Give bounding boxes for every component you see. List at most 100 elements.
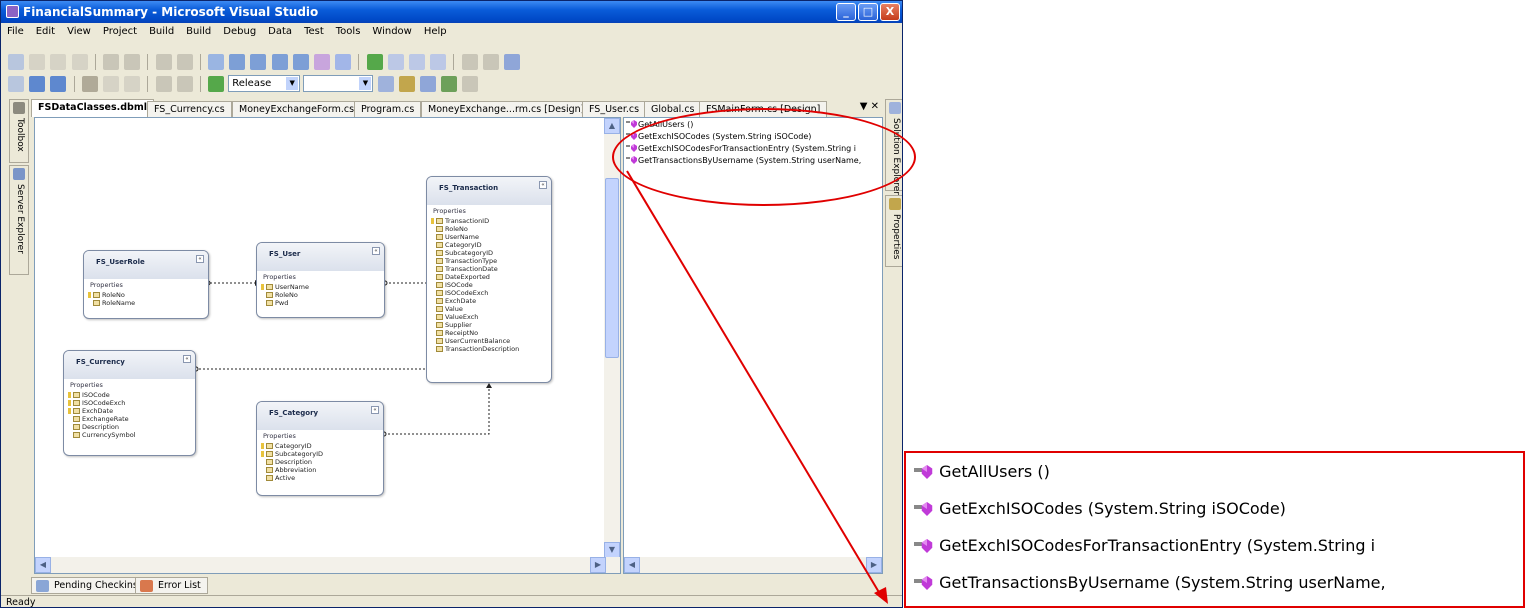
entity-fs-category[interactable]: FS_Category « Properties CategoryID Subca…	[256, 401, 384, 496]
entity-field[interactable]: RoleNo	[427, 225, 551, 233]
outdent-icon[interactable]	[124, 54, 141, 70]
restart-icon[interactable]	[430, 54, 447, 70]
copy-icon[interactable]	[102, 76, 119, 92]
maximize-button[interactable]: □	[858, 3, 878, 21]
designer-vertical-scrollbar[interactable]: ▲ ▼	[604, 118, 620, 558]
entity-field[interactable]: ExchDate	[427, 297, 551, 305]
snippet-icon[interactable]	[314, 54, 330, 70]
entity-field[interactable]: Value	[427, 305, 551, 313]
properties-section[interactable]: Properties	[84, 279, 208, 291]
toolbar-icon[interactable]	[50, 54, 67, 70]
save-all-icon[interactable]	[50, 76, 67, 92]
scroll-left-icon[interactable]: ◀	[624, 557, 640, 573]
designer-horizontal-scrollbar[interactable]: ◀ ▶	[35, 557, 620, 573]
collapse-icon[interactable]: «	[372, 247, 380, 255]
entity-field[interactable]: TransactionDate	[427, 265, 551, 273]
entity-field[interactable]: ExchangeRate	[64, 415, 195, 423]
menu-view[interactable]: View	[61, 23, 97, 37]
scroll-right-icon[interactable]: ▶	[866, 557, 882, 573]
immediate-icon[interactable]	[461, 54, 478, 70]
entity-field[interactable]: Active	[257, 474, 383, 482]
bookmark-prev-icon[interactable]	[229, 54, 246, 70]
tab-program-cs[interactable]: Program.cs	[354, 101, 422, 117]
pause-icon[interactable]	[387, 54, 404, 70]
entity-field[interactable]: UserName	[257, 283, 384, 291]
stop-icon[interactable]	[408, 54, 425, 70]
collapse-icon[interactable]: «	[539, 181, 547, 189]
entity-field[interactable]: CategoryID	[257, 442, 383, 450]
entity-field[interactable]: ReceiptNo	[427, 329, 551, 337]
entity-field[interactable]: ISOCode	[427, 281, 551, 289]
close-tab-icon[interactable]: ✕	[871, 101, 879, 112]
category-transaction-association[interactable]	[384, 388, 490, 435]
new-project-icon[interactable]	[8, 76, 24, 92]
entity-field[interactable]: TransactionDescription	[427, 345, 551, 353]
entity-field[interactable]: ISOCodeExch	[64, 399, 195, 407]
menu-project[interactable]: Project	[97, 23, 143, 37]
entity-fs-transaction[interactable]: FS_Transaction « Properties TransactionID…	[426, 176, 552, 383]
tab-moneyexchangeform-cs[interactable]: MoneyExchangeForm.cs	[232, 101, 362, 117]
entity-field[interactable]: UserName	[427, 233, 551, 241]
toolbox-icon[interactable]	[441, 76, 458, 92]
save-icon[interactable]	[29, 76, 46, 92]
collapse-icon[interactable]: «	[196, 255, 204, 263]
entity-field[interactable]: SubcategoryID	[257, 450, 383, 458]
entity-field[interactable]: Supplier	[427, 321, 551, 329]
toolbar-icon[interactable]	[8, 54, 24, 70]
server-explorer-tab[interactable]: Server Explorer	[9, 165, 29, 275]
entity-field[interactable]: ExchDate	[64, 407, 195, 415]
title-bar[interactable]: FinancialSummary - Microsoft Visual Stud…	[1, 1, 902, 23]
more-icon[interactable]	[462, 76, 479, 92]
wand-icon[interactable]	[482, 54, 499, 70]
platform-select[interactable]: ▼	[303, 75, 374, 92]
collapse-icon[interactable]: «	[371, 406, 379, 414]
paste-icon[interactable]	[124, 76, 141, 92]
menu-test[interactable]: Test	[298, 23, 330, 37]
entity-field[interactable]: RoleName	[84, 299, 208, 307]
bookmark-next-icon[interactable]	[250, 54, 267, 70]
toolbox-tab[interactable]: Toolbox	[9, 99, 29, 163]
minimize-button[interactable]: _	[836, 3, 856, 21]
menu-window[interactable]: Window	[366, 23, 417, 37]
redo-icon[interactable]	[176, 76, 193, 92]
start-icon[interactable]	[366, 54, 383, 70]
find-icon[interactable]	[335, 54, 352, 70]
entity-field[interactable]: RoleNo	[257, 291, 384, 299]
menu-build-2[interactable]: Build	[180, 23, 217, 37]
menu-tools[interactable]: Tools	[330, 23, 367, 37]
scroll-up-icon[interactable]: ▲	[604, 118, 620, 134]
entity-field[interactable]: CurrencySymbol	[64, 431, 195, 439]
bookmark-folder-icon[interactable]	[271, 54, 288, 70]
tab-list-chevron-icon[interactable]: ▼	[860, 101, 868, 112]
error-list-tab[interactable]: Error List	[135, 577, 208, 594]
bookmark-clear-icon[interactable]	[292, 54, 309, 70]
properties-icon[interactable]	[420, 76, 436, 92]
tab-moneyexchange-design[interactable]: MoneyExchange...rm.cs [Design]	[421, 101, 592, 117]
start-debugging-icon[interactable]	[208, 76, 225, 92]
menu-build[interactable]: Build	[143, 23, 180, 37]
properties-section[interactable]: Properties	[257, 271, 384, 283]
entity-fs-user[interactable]: FS_User « Properties UserName RoleNo Pwd	[256, 242, 385, 318]
close-button[interactable]: X	[880, 3, 900, 21]
toolbar-icon[interactable]	[29, 54, 46, 70]
properties-section[interactable]: Properties	[257, 430, 383, 442]
entity-field[interactable]: ISOCodeExch	[427, 289, 551, 297]
entity-fs-userrole[interactable]: FS_UserRole « Properties RoleNo RoleName	[83, 250, 209, 319]
solution-explorer-icon[interactable]	[398, 76, 415, 92]
indent-icon[interactable]	[102, 54, 119, 70]
find-in-files-icon[interactable]	[377, 76, 394, 92]
toolbar-icon[interactable]	[71, 54, 88, 70]
scroll-thumb[interactable]	[605, 178, 619, 358]
properties-section[interactable]: Properties	[427, 205, 551, 217]
menu-data[interactable]: Data	[262, 23, 298, 37]
methods-horizontal-scrollbar[interactable]: ◀ ▶	[624, 557, 882, 573]
tab-fs-user-cs[interactable]: FS_User.cs	[582, 101, 647, 117]
dbml-designer-surface[interactable]: FS_Transaction « Properties TransactionID…	[34, 117, 621, 574]
entity-field[interactable]: SubcategoryID	[427, 249, 551, 257]
properties-section[interactable]: Properties	[64, 379, 195, 391]
tab-fs-currency-cs[interactable]: FS_Currency.cs	[147, 101, 232, 117]
uncomment-icon[interactable]	[176, 54, 193, 70]
entity-field[interactable]: Description	[257, 458, 383, 466]
entity-field[interactable]: TransactionID	[427, 217, 551, 225]
entity-field[interactable]: ValueExch	[427, 313, 551, 321]
